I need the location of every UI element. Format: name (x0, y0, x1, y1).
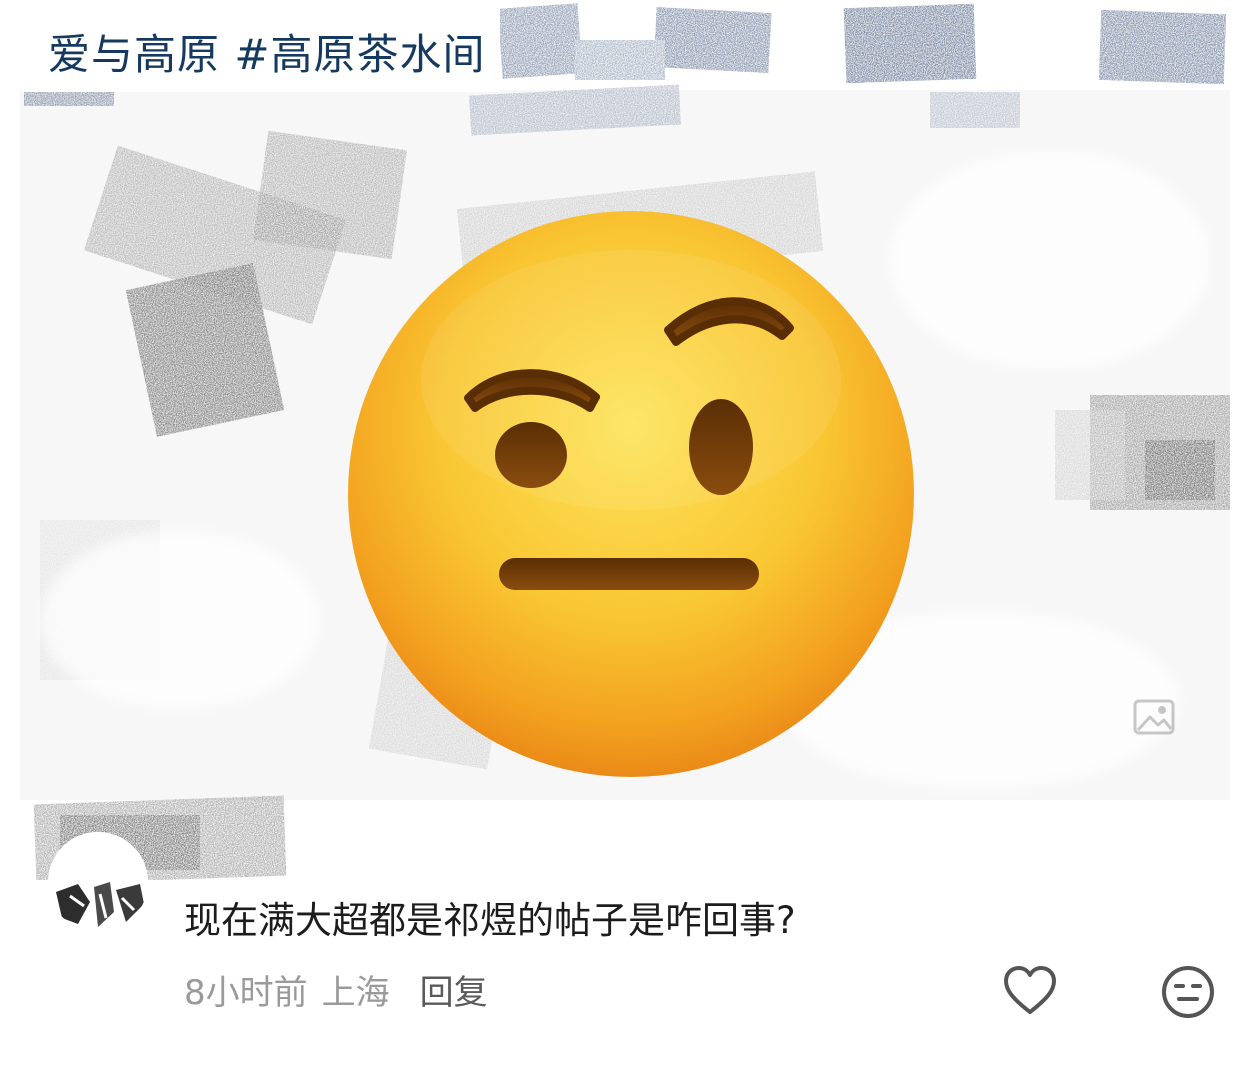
post-detail-page: 爱与高原 #高原茶水间 现在满大超都是祁煜的帖子是咋回事? 8小时前 上海 回复 (0, 0, 1260, 1068)
raised-eyebrow-emoji (348, 211, 914, 777)
comment-location: 上海 (321, 972, 390, 1013)
avatar[interactable] (48, 832, 148, 932)
sticker-image (0, 0, 1260, 880)
avatar-image (48, 832, 148, 932)
post-title[interactable]: 爱与高原 #高原茶水间 (48, 26, 486, 84)
image-placeholder-icon (1133, 699, 1175, 735)
comment-time: 8小时前 (184, 972, 308, 1013)
heart-outline-icon[interactable] (1000, 962, 1060, 1018)
post-image[interactable] (0, 0, 1260, 880)
comment-meta: 8小时前 上海 回复 (184, 962, 488, 1016)
reply-button[interactable]: 回复 (420, 965, 488, 1014)
comment-text: 现在满大超都是祁煜的帖子是咋回事? (184, 899, 796, 942)
expressionless-face-icon[interactable] (1158, 962, 1218, 1022)
